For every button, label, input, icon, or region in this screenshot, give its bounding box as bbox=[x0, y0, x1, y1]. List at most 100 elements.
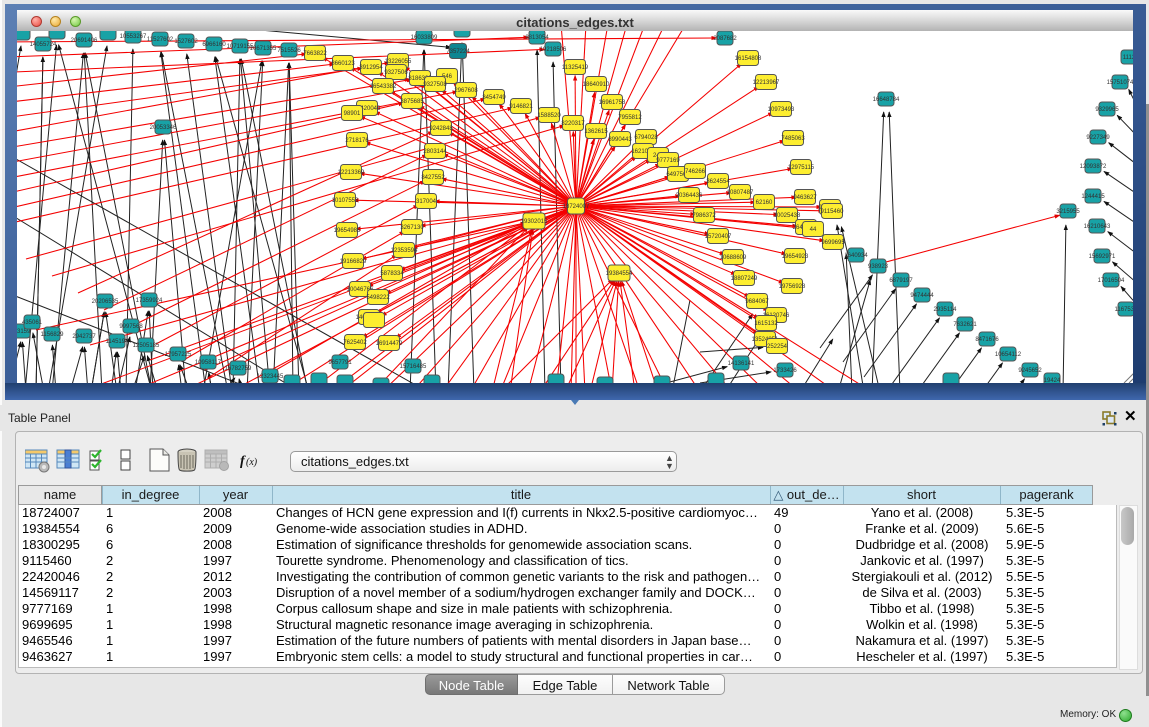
svg-text:2803144: 2803144 bbox=[423, 149, 447, 155]
svg-text:1167533: 1167533 bbox=[1115, 307, 1133, 313]
svg-text:3267130: 3267130 bbox=[400, 225, 424, 231]
svg-text:1244415: 1244415 bbox=[1081, 194, 1105, 200]
svg-text:8990443: 8990443 bbox=[608, 137, 632, 143]
svg-text:10107553: 10107553 bbox=[332, 198, 359, 204]
svg-text:9327506: 9327506 bbox=[384, 70, 408, 76]
svg-text:9227349: 9227349 bbox=[1086, 135, 1110, 141]
svg-text:19218506: 19218506 bbox=[540, 47, 567, 53]
svg-text:10671355: 10671355 bbox=[250, 46, 277, 52]
svg-text:19384554: 19384554 bbox=[606, 271, 633, 277]
svg-text:(x): (x) bbox=[246, 457, 258, 468]
svg-text:19424: 19424 bbox=[1044, 378, 1061, 383]
svg-text:1145194: 1145194 bbox=[106, 339, 130, 345]
svg-text:9146821: 9146821 bbox=[509, 104, 533, 110]
svg-text:12353594: 12353594 bbox=[391, 248, 418, 254]
svg-text:7357224: 7357224 bbox=[446, 49, 470, 55]
svg-text:9474444: 9474444 bbox=[910, 293, 934, 299]
svg-text:15716485: 15716485 bbox=[400, 364, 427, 370]
svg-text:16543382: 16543382 bbox=[370, 84, 397, 90]
svg-text:2718176: 2718176 bbox=[345, 138, 369, 144]
svg-text:12213369: 12213369 bbox=[338, 170, 365, 176]
svg-text:16648784: 16648784 bbox=[873, 97, 900, 103]
svg-text:9115460: 9115460 bbox=[821, 209, 845, 215]
svg-text:2087682: 2087682 bbox=[713, 36, 737, 42]
svg-text:8813054: 8813054 bbox=[525, 35, 549, 41]
svg-text:10553267: 10553267 bbox=[120, 34, 147, 40]
svg-text:8454749: 8454749 bbox=[482, 95, 506, 101]
svg-text:9777169: 9777169 bbox=[656, 158, 680, 164]
svg-text:1615132: 1615132 bbox=[754, 321, 778, 327]
svg-text:9684067: 9684067 bbox=[745, 299, 769, 305]
svg-text:19166829: 19166829 bbox=[340, 259, 367, 265]
svg-text:17016504: 17016504 bbox=[1098, 278, 1125, 284]
svg-text:18807249: 18807249 bbox=[731, 276, 758, 282]
svg-text:16914479: 16914479 bbox=[376, 341, 403, 347]
svg-text:1527602: 1527602 bbox=[174, 39, 198, 45]
svg-text:11527602: 11527602 bbox=[147, 37, 174, 43]
svg-text:8471676: 8471676 bbox=[975, 337, 999, 343]
svg-text:7955812: 7955812 bbox=[618, 115, 642, 121]
svg-text:62160: 62160 bbox=[756, 200, 773, 206]
svg-text:19654985: 19654985 bbox=[334, 228, 361, 234]
svg-text:15720407: 15720407 bbox=[705, 234, 732, 240]
svg-text:1733426: 1733426 bbox=[773, 368, 797, 374]
svg-text:11325419: 11325419 bbox=[562, 65, 589, 71]
svg-text:1156829: 1156829 bbox=[41, 332, 65, 338]
svg-text:19756928: 19756928 bbox=[779, 284, 806, 290]
svg-text:3215955: 3215955 bbox=[1056, 209, 1080, 215]
svg-text:18640910: 18640910 bbox=[583, 82, 610, 88]
svg-text:6794028: 6794028 bbox=[634, 135, 658, 141]
svg-text:9329965: 9329965 bbox=[1095, 107, 1119, 113]
svg-text:9997568: 9997568 bbox=[119, 324, 143, 330]
svg-text:12093872: 12093872 bbox=[1080, 164, 1107, 170]
svg-text:20053346: 20053346 bbox=[150, 125, 177, 131]
svg-text:12323445: 12323445 bbox=[257, 374, 284, 380]
svg-text:20691406: 20691406 bbox=[71, 38, 98, 44]
svg-text:5498222: 5498222 bbox=[366, 295, 390, 301]
svg-text:10688609: 10688609 bbox=[720, 255, 747, 261]
svg-text:33159: 33159 bbox=[17, 329, 31, 335]
svg-text:16210643: 16210643 bbox=[1084, 224, 1111, 230]
svg-text:14055724: 14055724 bbox=[30, 42, 57, 48]
svg-text:9245652: 9245652 bbox=[1018, 368, 1042, 374]
svg-text:10973493: 10973493 bbox=[768, 107, 795, 113]
svg-text:938923: 938923 bbox=[868, 264, 889, 270]
svg-text:10025438: 10025438 bbox=[774, 213, 801, 219]
svg-text:435061: 435061 bbox=[22, 320, 43, 326]
svg-text:18724007: 18724007 bbox=[563, 204, 590, 210]
svg-text:252254: 252254 bbox=[767, 344, 788, 350]
svg-text:12213967: 12213967 bbox=[753, 80, 780, 86]
svg-text:9463627: 9463627 bbox=[793, 195, 817, 201]
svg-text:1640934: 1640934 bbox=[844, 253, 868, 259]
svg-text:7485063: 7485063 bbox=[781, 136, 805, 142]
svg-text:1588520: 1588520 bbox=[537, 113, 561, 119]
svg-text:3912954: 3912954 bbox=[359, 65, 383, 71]
svg-text:9699695: 9699695 bbox=[821, 240, 845, 246]
svg-text:15751074: 15751074 bbox=[1107, 80, 1133, 86]
svg-text:3624554: 3624554 bbox=[706, 179, 730, 185]
svg-text:5878334: 5878334 bbox=[380, 271, 404, 277]
svg-text:7632621: 7632621 bbox=[953, 322, 977, 328]
svg-text:2935114: 2935114 bbox=[934, 307, 958, 313]
svg-text:8660123: 8660123 bbox=[331, 61, 355, 67]
svg-text:9327508: 9327508 bbox=[423, 82, 447, 88]
svg-text:19654923: 19654923 bbox=[782, 254, 809, 260]
svg-text:7625402: 7625402 bbox=[343, 340, 367, 346]
svg-text:7515526: 7515526 bbox=[277, 48, 301, 54]
svg-text:6966160: 6966160 bbox=[202, 42, 226, 48]
svg-text:12975115: 12975115 bbox=[788, 165, 815, 171]
svg-text:12505185: 12505185 bbox=[133, 343, 160, 349]
svg-text:16154808: 16154808 bbox=[735, 56, 762, 62]
svg-text:2942737: 2942737 bbox=[72, 334, 96, 340]
svg-text:10654112: 10654112 bbox=[995, 352, 1022, 358]
svg-text:317004: 317004 bbox=[416, 199, 437, 205]
svg-text:10807487: 10807487 bbox=[727, 190, 754, 196]
svg-text:17359924: 17359924 bbox=[136, 298, 163, 304]
svg-text:14136141: 14136141 bbox=[728, 361, 755, 367]
svg-text:19302015: 19302015 bbox=[521, 219, 548, 225]
svg-text:9242848: 9242848 bbox=[429, 126, 453, 132]
svg-text:2967608: 2967608 bbox=[454, 88, 478, 94]
svg-text:3875685: 3875685 bbox=[400, 99, 424, 105]
svg-text:98901: 98901 bbox=[344, 111, 361, 117]
svg-text:9657791: 9657791 bbox=[328, 360, 352, 366]
